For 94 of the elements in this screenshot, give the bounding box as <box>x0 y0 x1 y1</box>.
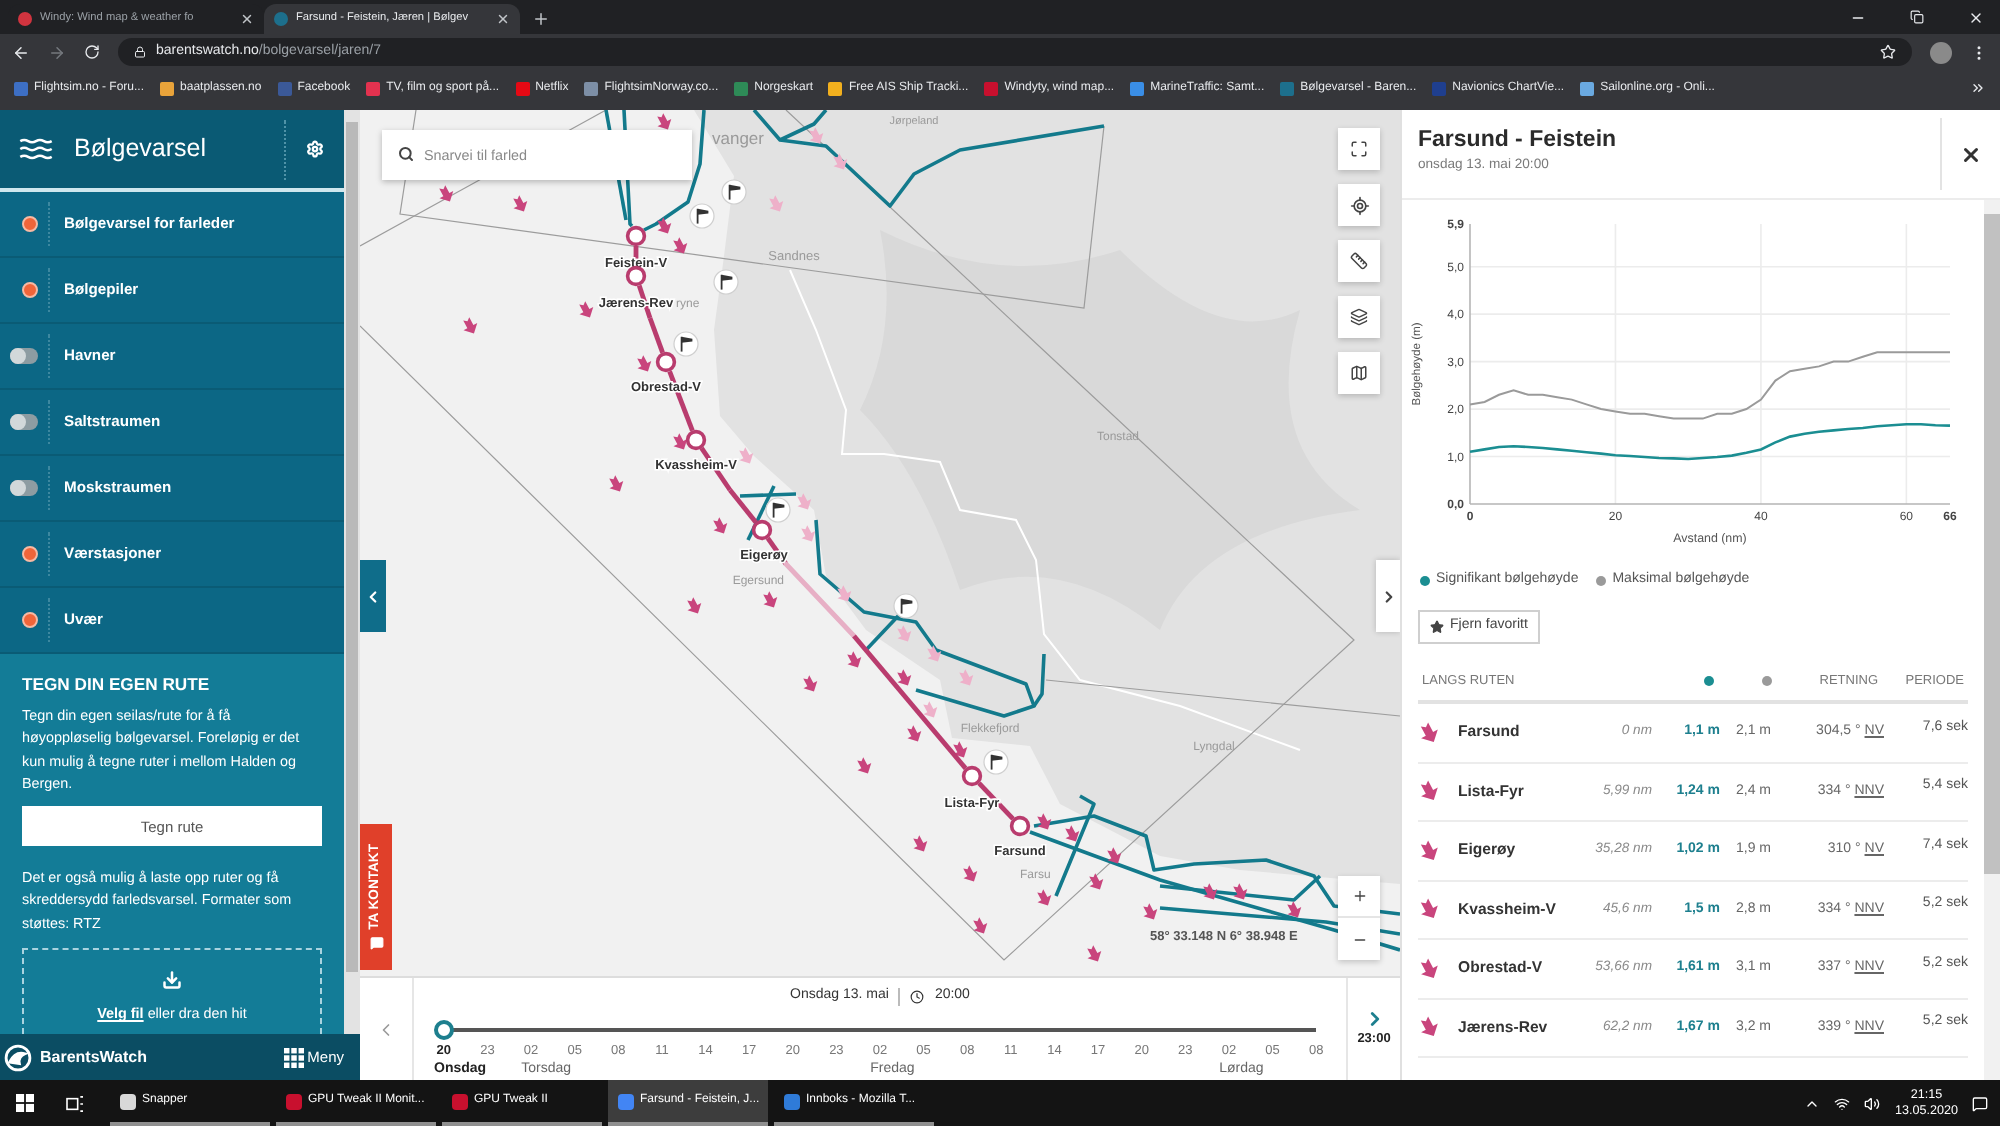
speaker-icon[interactable] <box>1864 1095 1881 1111</box>
locate-button[interactable] <box>1338 184 1380 226</box>
waypoint-marker-icon[interactable] <box>625 225 647 247</box>
close-tab-icon[interactable] <box>496 12 510 26</box>
waypoint-marker-icon[interactable] <box>655 351 677 373</box>
place-label: vanger <box>712 128 764 148</box>
search-icon <box>398 145 414 161</box>
wave-arrow-icon <box>1143 903 1158 920</box>
crosshair-icon <box>1349 195 1369 215</box>
slider-thumb[interactable] <box>434 1020 454 1040</box>
wave-arrow-icon <box>637 355 652 372</box>
notification-icon[interactable] <box>1972 1095 1988 1111</box>
more-bookmarks-icon[interactable] <box>1970 80 1986 96</box>
section-heading: TEGN DIN EGEN RUTE <box>22 674 212 694</box>
layers-icon <box>1350 308 1368 326</box>
wave-arrow-icon <box>913 835 928 852</box>
lock-icon <box>134 46 146 58</box>
logo-icon <box>4 1043 32 1071</box>
fairway-line <box>643 110 706 232</box>
ruler-icon <box>1350 252 1368 270</box>
wave-arrow-icon <box>963 865 978 882</box>
waves-logo-icon <box>16 138 56 160</box>
wave-arrow-icon <box>803 675 818 692</box>
waypoint-marker-icon[interactable] <box>625 265 647 287</box>
wave-arrow-icon <box>1087 945 1102 962</box>
wave-arrow-icon <box>439 185 454 202</box>
layer-toggle[interactable] <box>10 348 38 364</box>
flag-icon[interactable] <box>721 179 747 205</box>
clock-icon <box>910 989 925 1003</box>
wave-arrow-icon <box>769 195 784 212</box>
wave-arrow-icon <box>1287 901 1302 918</box>
wave-arrow-icon <box>847 651 862 668</box>
wave-arrow-icon <box>763 591 778 608</box>
wave-arrow-icon <box>1418 721 1440 744</box>
back-icon[interactable] <box>12 43 30 61</box>
wave-arrow-icon <box>1418 1016 1440 1039</box>
wave-arrow-icon <box>1418 957 1440 980</box>
chevron-left-icon <box>364 587 382 605</box>
flag-icon[interactable] <box>673 331 699 357</box>
map-icon <box>1350 364 1368 382</box>
new-tab-icon[interactable] <box>532 10 550 28</box>
wave-arrow-icon <box>973 917 988 934</box>
forward-icon[interactable] <box>48 43 66 61</box>
wave-arrow-icon <box>713 517 728 534</box>
close-icon[interactable] <box>1960 143 1982 165</box>
flag-icon[interactable] <box>893 593 919 619</box>
waypoint-marker-icon[interactable] <box>751 519 773 541</box>
grid-icon <box>283 1047 304 1067</box>
wave-arrow-icon <box>739 447 754 464</box>
wave-arrow-icon <box>837 585 852 602</box>
brand-name: BarentsWatch <box>40 1045 147 1069</box>
waypoint-marker-icon[interactable] <box>685 429 707 451</box>
wave-arrow-icon <box>657 113 672 130</box>
wave-arrow-icon <box>513 195 528 212</box>
close-tab-icon[interactable] <box>240 12 254 26</box>
flag-icon[interactable] <box>983 749 1009 775</box>
restore-icon[interactable] <box>1910 10 1924 24</box>
flag-icon[interactable] <box>765 497 791 523</box>
fullscreen-button[interactable] <box>1338 128 1380 170</box>
panel-title: Farsund - Feistein <box>1418 126 1619 154</box>
flag-icon[interactable] <box>713 269 739 295</box>
start-icon[interactable] <box>16 1094 34 1112</box>
task-view-icon[interactable] <box>66 1095 84 1111</box>
wave-arrow-icon <box>953 741 968 758</box>
waypoint-marker-icon[interactable] <box>1009 815 1031 837</box>
flag-icon[interactable] <box>689 203 715 229</box>
layer-toggle[interactable] <box>10 480 38 496</box>
profile-avatar[interactable] <box>1930 41 1952 63</box>
wave-arrow-icon <box>609 475 624 492</box>
wave-arrow-icon <box>857 757 872 774</box>
wave-arrow-icon <box>1418 839 1440 862</box>
star-icon <box>1430 620 1444 634</box>
plus-icon <box>1351 888 1367 904</box>
bookmark-star-icon[interactable] <box>1880 44 1896 60</box>
wave-arrow-icon <box>579 301 594 318</box>
layers-button[interactable] <box>1338 296 1380 338</box>
download-icon <box>162 970 182 991</box>
wave-arrow-icon <box>1037 889 1052 906</box>
measure-button[interactable] <box>1338 240 1380 282</box>
reload-icon[interactable] <box>84 44 100 60</box>
wave-arrow-icon <box>463 317 478 334</box>
app-title: Bølgevarsel <box>74 132 206 167</box>
chat-icon <box>369 936 383 951</box>
map-button[interactable] <box>1338 352 1380 394</box>
expand-icon <box>1350 140 1368 158</box>
settings-icon[interactable] <box>306 140 324 158</box>
wave-arrow-icon <box>1418 780 1440 803</box>
waypoint-marker-icon[interactable] <box>961 765 983 787</box>
close-window-icon[interactable] <box>1968 9 1984 25</box>
wave-arrow-icon <box>673 433 688 450</box>
wave-arrow-icon <box>687 597 702 614</box>
layer-toggle[interactable] <box>10 414 38 430</box>
network-icon[interactable] <box>1834 1095 1851 1111</box>
wave-arrow-icon <box>1418 898 1440 921</box>
